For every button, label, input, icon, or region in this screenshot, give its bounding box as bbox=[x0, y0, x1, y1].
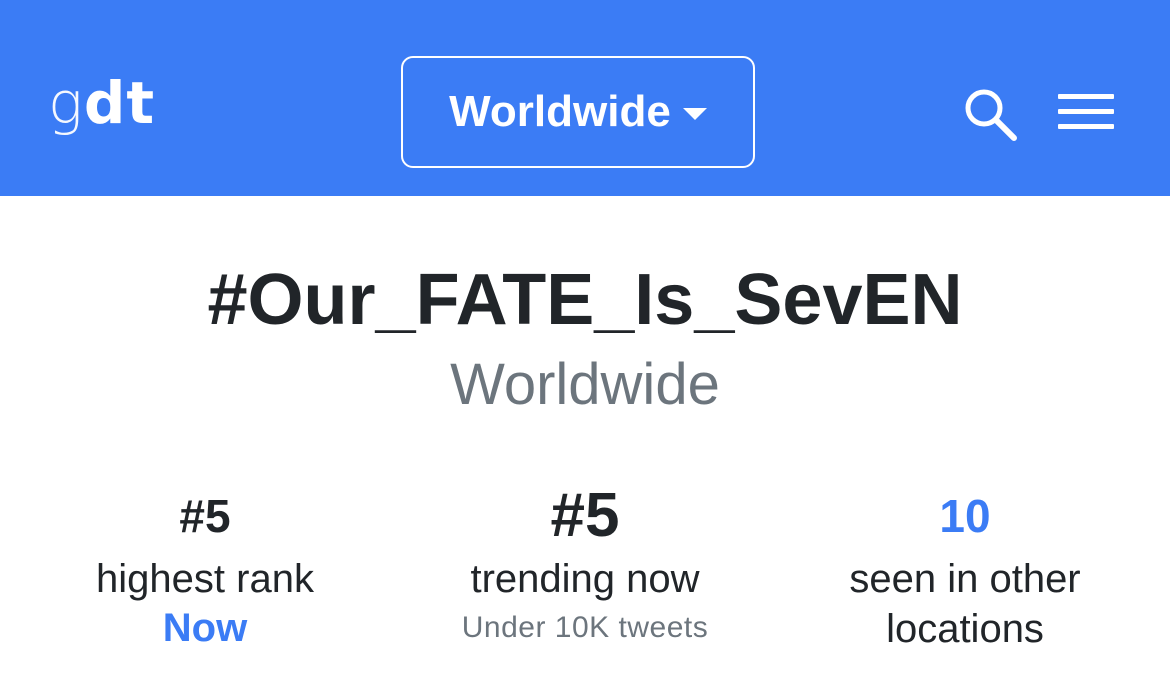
highest-rank-value: #5 bbox=[179, 490, 231, 542]
trend-title: #Our_FATE_Is_SevEN bbox=[207, 260, 963, 340]
trend-location: Worldwide bbox=[450, 352, 720, 417]
highest-rank-time-link[interactable]: Now bbox=[10, 604, 400, 652]
location-dropdown-label: Worldwide bbox=[449, 87, 671, 136]
other-locations-label: seen in other locations bbox=[849, 557, 1081, 651]
brand-logo-g: g bbox=[48, 69, 84, 137]
menu-button[interactable] bbox=[1058, 92, 1114, 132]
search-button[interactable] bbox=[962, 86, 1018, 142]
location-dropdown-button[interactable]: Worldwide bbox=[401, 56, 755, 168]
tweet-volume-note: Under 10K tweets bbox=[461, 611, 709, 644]
brand-logo[interactable]: gdt bbox=[48, 68, 155, 138]
caret-down-icon bbox=[682, 108, 707, 120]
highest-rank-label: highest rank bbox=[96, 557, 314, 601]
hamburger-menu-icon bbox=[1058, 94, 1114, 129]
trending-now-label: trending now bbox=[470, 557, 700, 601]
brand-logo-dt: dt bbox=[83, 69, 156, 137]
other-locations-count[interactable]: 10 bbox=[770, 488, 1160, 544]
trending-now-value: #5 bbox=[550, 481, 620, 550]
stat-other-locations[interactable]: 10 seen in other locations bbox=[770, 488, 1160, 654]
search-icon bbox=[965, 89, 1017, 141]
navbar: gdt Worldwide bbox=[0, 0, 1170, 196]
stat-trending-now: #5 trending now Under 10K tweets bbox=[390, 481, 780, 648]
stat-highest-rank: #5 highest rank Now bbox=[10, 488, 400, 652]
